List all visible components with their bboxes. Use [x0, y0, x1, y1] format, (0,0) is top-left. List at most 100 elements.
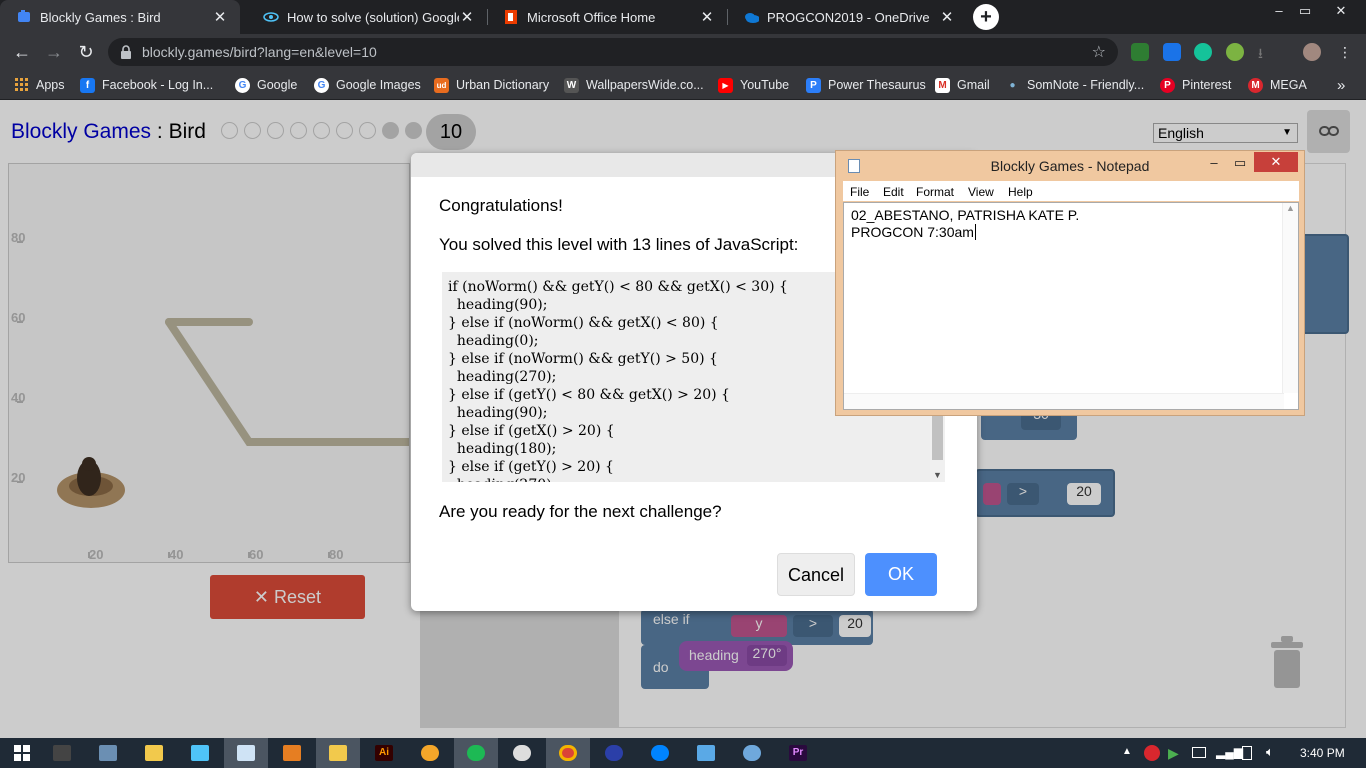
- tab-office-home[interactable]: Microsoft Office Home ✕: [487, 0, 727, 34]
- taskbar-premiere[interactable]: Pr: [776, 738, 820, 768]
- youtube-icon: ▶: [718, 77, 733, 93]
- address-bar[interactable]: blockly.games/bird?lang=en&level=10 ☆: [108, 38, 1118, 66]
- notepad-minimize-button[interactable]: –: [1204, 153, 1224, 173]
- download-icon[interactable]: ⭳: [1258, 43, 1276, 61]
- notepad-close-button[interactable]: ✕: [1254, 152, 1298, 172]
- bookmark-wallpaperswide[interactable]: W WallpapersWide.co...: [564, 76, 704, 94]
- bookmark-google-images[interactable]: G Google Images: [314, 76, 421, 94]
- bookmark-youtube[interactable]: ▶ YouTube: [718, 76, 789, 94]
- taskbar-game[interactable]: [408, 738, 452, 768]
- app-icon: [191, 745, 209, 761]
- taskbar-obs[interactable]: [500, 738, 544, 768]
- windows-logo-icon: [14, 745, 30, 761]
- tab-onedrive[interactable]: PROGCON2019 - OneDrive ✕: [727, 0, 967, 34]
- start-button[interactable]: [0, 738, 44, 768]
- profile-avatar[interactable]: [1303, 43, 1321, 61]
- menu-help[interactable]: Help: [1008, 185, 1033, 199]
- tab-how-to-solve[interactable]: How to solve (solution) Google's ✕: [247, 0, 487, 34]
- cancel-button[interactable]: Cancel: [777, 553, 855, 596]
- tray-play-icon[interactable]: ▶: [1168, 745, 1184, 761]
- maximize-button[interactable]: ▭: [1290, 0, 1320, 22]
- menu-view[interactable]: View: [968, 185, 994, 199]
- notepad-maximize-button[interactable]: ▭: [1230, 153, 1250, 173]
- chrome-icon: [559, 745, 577, 761]
- taskbar-chrome[interactable]: [546, 738, 590, 768]
- menu-kebab-icon[interactable]: ⋮: [1336, 43, 1354, 61]
- bookmark-pinterest[interactable]: P Pinterest: [1160, 76, 1231, 94]
- taskbar-mail[interactable]: [86, 738, 130, 768]
- ok-button[interactable]: OK: [865, 553, 937, 596]
- scrollbar-thumb[interactable]: [932, 412, 943, 460]
- taskbar-blockly[interactable]: [178, 738, 222, 768]
- messenger-icon: [651, 745, 669, 761]
- notepad-menu-bar: File Edit Format View Help: [843, 181, 1299, 201]
- urban-dictionary-icon: ud: [434, 77, 449, 93]
- bookmark-somnote[interactable]: ● SomNote - Friendly...: [1005, 76, 1144, 94]
- bookmark-mega[interactable]: M MEGA: [1248, 76, 1307, 94]
- menu-edit[interactable]: Edit: [883, 185, 904, 199]
- extension-globe-icon[interactable]: [1226, 43, 1244, 61]
- folder-icon: [145, 745, 163, 761]
- bookmark-label: Pinterest: [1182, 78, 1232, 92]
- bookmarks-overflow-button[interactable]: »: [1337, 76, 1345, 94]
- tray-display-icon[interactable]: [1192, 747, 1206, 758]
- code-line: heading(180);: [448, 441, 557, 457]
- taskbar-notepad[interactable]: [224, 738, 268, 768]
- battery-icon[interactable]: [1242, 746, 1252, 760]
- extension-blue-icon[interactable]: [1163, 43, 1181, 61]
- close-tab-icon[interactable]: ✕: [459, 8, 475, 26]
- bookmark-facebook[interactable]: f Facebook - Log In...: [80, 76, 213, 94]
- illustrator-icon: Ai: [375, 745, 393, 761]
- notepad-vertical-scrollbar[interactable]: ▲: [1282, 203, 1298, 393]
- bookmark-urban-dictionary[interactable]: ud Urban Dictionary: [434, 76, 549, 94]
- close-tab-icon[interactable]: ✕: [939, 8, 955, 26]
- task-view-icon: [53, 745, 71, 761]
- back-icon[interactable]: ←: [10, 40, 34, 64]
- taskbar-clock[interactable]: 3:40 PM: [1300, 746, 1345, 760]
- new-tab-button[interactable]: +: [973, 4, 999, 30]
- taskbar-explorer[interactable]: [132, 738, 176, 768]
- scroll-down-icon[interactable]: ▼: [933, 470, 942, 480]
- code-line: } else if (getY() > 20) {: [448, 459, 614, 475]
- tab-blockly-games[interactable]: Blockly Games : Bird ✕: [0, 0, 240, 34]
- menu-file[interactable]: File: [850, 185, 869, 199]
- tab-title: Blockly Games : Bird: [40, 9, 161, 25]
- bookmark-star-icon[interactable]: ☆: [1092, 42, 1106, 62]
- bookmark-apps[interactable]: Apps: [14, 76, 65, 94]
- taskbar-illustrator[interactable]: Ai: [362, 738, 406, 768]
- reload-icon[interactable]: ↻: [74, 40, 98, 64]
- grammarly-icon[interactable]: [1194, 43, 1212, 61]
- menu-format[interactable]: Format: [916, 185, 954, 199]
- taskbar-paint[interactable]: [270, 738, 314, 768]
- bookmark-gmail[interactable]: M Gmail: [935, 76, 990, 94]
- bookmark-power-thesaurus[interactable]: P Power Thesaurus: [806, 76, 926, 94]
- bookmark-google[interactable]: G Google: [235, 76, 297, 94]
- code-line: } else if (getX() > 20) {: [448, 423, 615, 439]
- close-tab-icon[interactable]: ✕: [212, 8, 228, 26]
- dialog-question: Are you ready for the next challenge?: [439, 502, 722, 521]
- taskbar-task-view[interactable]: [40, 738, 84, 768]
- notepad-line-2: PROGCON 7:30am: [851, 224, 976, 241]
- taskbar-keyboard[interactable]: [684, 738, 728, 768]
- network-signal-icon[interactable]: ▂▄▆: [1216, 745, 1243, 759]
- extension-shield-icon[interactable]: [1131, 43, 1149, 61]
- close-tab-icon[interactable]: ✕: [699, 8, 715, 26]
- taskbar-vpn[interactable]: [592, 738, 636, 768]
- mega-tray-icon[interactable]: [1144, 745, 1160, 761]
- tab-title: Microsoft Office Home: [527, 9, 656, 25]
- taskbar-capture[interactable]: [730, 738, 774, 768]
- notepad-line-2-text: PROGCON 7:30am: [851, 224, 974, 240]
- notepad-text-area[interactable]: 02_ABESTANO, PATRISHA KATE P. PROGCON 7:…: [843, 202, 1299, 410]
- taskbar-folder[interactable]: [316, 738, 360, 768]
- bookmark-label: Urban Dictionary: [456, 78, 550, 92]
- forward-icon[interactable]: →: [42, 40, 66, 64]
- show-hidden-icons-icon[interactable]: ▲: [1122, 746, 1132, 757]
- taskbar-spotify[interactable]: [454, 738, 498, 768]
- volume-icon[interactable]: 🔈︎: [1266, 744, 1274, 760]
- bookmark-label: Gmail: [957, 78, 990, 92]
- obs-icon: [513, 745, 531, 761]
- taskbar-messenger[interactable]: [638, 738, 682, 768]
- close-window-button[interactable]: ✕: [1326, 0, 1356, 22]
- notepad-horizontal-scrollbar[interactable]: [844, 393, 1284, 409]
- notepad-window: Blockly Games - Notepad – ▭ ✕ File Edit …: [835, 150, 1305, 416]
